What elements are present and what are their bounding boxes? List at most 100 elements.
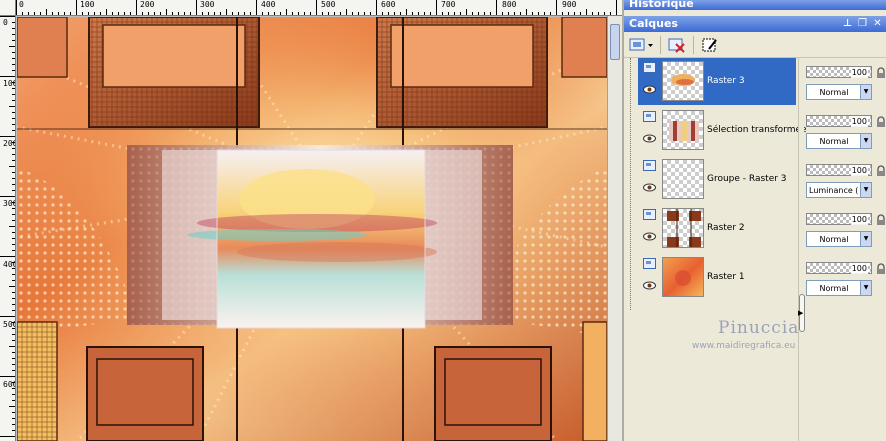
lock-icon[interactable] — [875, 116, 886, 128]
vertical-ruler: 0 100 200 300 400 500 600 — [0, 16, 16, 441]
mask-icon — [702, 38, 717, 51]
eye-icon[interactable] — [643, 232, 656, 241]
layer-row-raster-2[interactable]: Raster 2 — [638, 205, 796, 252]
layer-type-icon — [643, 62, 656, 73]
eye-icon[interactable] — [643, 281, 656, 290]
ruler-label: 100 — [80, 0, 95, 9]
layer-name: Raster 1 — [707, 272, 745, 282]
artwork — [17, 17, 607, 441]
ruler-label: 900 — [562, 0, 577, 9]
delete-layer-button[interactable] — [667, 35, 687, 55]
dropdown-arrow-icon[interactable]: ▼ — [860, 134, 871, 148]
scrollbar-thumb[interactable] — [610, 24, 620, 60]
lock-icon[interactable] — [875, 165, 886, 177]
layer-name: Sélection transformée — [707, 125, 807, 135]
horizontal-ruler-ticks — [16, 0, 617, 15]
eye-icon[interactable] — [643, 183, 656, 192]
opacity-value: 100 — [850, 67, 868, 78]
dropdown-arrow-icon[interactable]: ▼ — [860, 281, 871, 295]
column-divider[interactable]: ▶ — [798, 58, 805, 441]
ruler-label: 400 — [3, 260, 15, 269]
blend-mode-value: Normal — [819, 88, 849, 97]
opacity-slider[interactable]: 100 — [806, 262, 872, 274]
opacity-value: 100 — [850, 165, 868, 176]
opacity-slider[interactable]: 100 — [806, 213, 872, 225]
opacity-slider[interactable]: 100 — [806, 66, 872, 78]
opacity-slider[interactable]: 100 — [806, 115, 872, 127]
ruler-label: 500 — [321, 0, 336, 9]
blend-mode-select[interactable]: Luminance (H)▼ — [806, 182, 872, 198]
layer-props-selection-transformed: 100 Normal ▼ — [805, 107, 886, 156]
layer-props-raster-3: 100 Normal ▼ — [805, 58, 886, 107]
canvas-area: 0 100 200 300 400 500 600 700 800 900 0 … — [0, 0, 622, 441]
layer-thumbnail — [662, 159, 704, 199]
opacity-value: 100 — [850, 116, 868, 127]
pin-icon[interactable]: ⊥ — [842, 18, 853, 29]
blend-mode-value: Luminance (H) — [809, 186, 859, 195]
layer-thumbnail — [662, 257, 704, 297]
blend-mode-select[interactable]: Normal ▼ — [806, 231, 872, 247]
new-layer-icon — [629, 38, 653, 50]
lock-icon[interactable] — [875, 67, 886, 79]
dropdown-arrow-icon[interactable]: ▼ — [860, 183, 871, 197]
dropdown-arrow-icon[interactable]: ▼ — [860, 85, 871, 99]
ruler-label: 0 — [3, 18, 8, 27]
edit-mask-button[interactable] — [700, 35, 720, 55]
layer-type-icon — [643, 111, 656, 122]
layer-type-icon — [643, 160, 656, 171]
lock-icon[interactable] — [875, 214, 886, 226]
layer-thumbnail — [662, 110, 704, 150]
layer-row-raster-1[interactable]: Raster 1 — [638, 254, 796, 301]
toolbar-separator — [660, 35, 661, 54]
blend-mode-select[interactable]: Normal ▼ — [806, 84, 872, 100]
history-palette-titlebar[interactable]: Historique — [624, 0, 886, 10]
watermark-url: www.maidiregrafica.eu — [692, 341, 796, 351]
ruler-label: 400 — [261, 0, 276, 9]
new-layer-button[interactable] — [628, 35, 654, 55]
layers-palette-titlebar[interactable]: Calques ⊥ ❐ ✕ — [624, 16, 886, 32]
layer-tree-line — [630, 58, 631, 310]
ruler-corner — [0, 0, 16, 16]
ruler-label: 700 — [441, 0, 456, 9]
ruler-label: 600 — [3, 380, 15, 389]
ruler-label: 300 — [200, 0, 215, 9]
opacity-slider[interactable]: 100 — [806, 164, 872, 176]
delete-layer-icon — [668, 38, 685, 53]
layers-list: Raster 3 Sélection transformée Groupe - … — [638, 58, 807, 310]
opacity-value: 100 — [850, 263, 868, 274]
blend-mode-value: Normal — [819, 235, 849, 244]
palettes-panel: Historique Calques ⊥ ❐ ✕ Raster 3 Sélect… — [622, 0, 886, 441]
layer-props-raster-2: 100 Normal ▼ — [805, 205, 886, 254]
ruler-label: 0 — [19, 0, 24, 9]
layer-thumbnail — [662, 61, 704, 101]
layer-props-group-raster-3: 100 Luminance (H)▼ — [805, 156, 886, 205]
blend-mode-value: Normal — [819, 137, 849, 146]
layer-thumbnail — [662, 208, 704, 248]
layer-props-raster-1: 100 Normal ▼ — [805, 254, 886, 303]
layer-row-raster-3[interactable]: Raster 3 — [638, 58, 796, 105]
eye-icon[interactable] — [643, 134, 656, 143]
image-canvas[interactable] — [17, 17, 607, 441]
layer-type-icon — [643, 209, 656, 220]
history-palette-title: Historique — [629, 0, 694, 10]
eye-icon[interactable] — [643, 85, 656, 94]
blend-mode-select[interactable]: Normal ▼ — [806, 280, 872, 296]
ruler-label: 800 — [502, 0, 517, 9]
close-icon[interactable]: ✕ — [872, 18, 883, 29]
layer-name: Groupe - Raster 3 — [707, 174, 787, 184]
layer-type-icon — [643, 258, 656, 269]
vertical-scrollbar[interactable] — [607, 16, 622, 441]
blend-mode-select[interactable]: Normal ▼ — [806, 133, 872, 149]
layer-row-selection-transformed[interactable]: Sélection transformée — [638, 107, 807, 154]
layer-name: Raster 2 — [707, 223, 745, 233]
layer-name: Raster 3 — [707, 76, 745, 86]
ruler-label: 200 — [140, 0, 155, 9]
dropdown-arrow-icon[interactable]: ▼ — [860, 232, 871, 246]
expand-arrow-icon[interactable]: ▶ — [798, 309, 803, 317]
ruler-label: 600 — [381, 0, 396, 9]
layer-row-group-raster-3[interactable]: Groupe - Raster 3 — [638, 156, 796, 203]
restore-icon[interactable]: ❐ — [857, 18, 868, 29]
ruler-label: 300 — [3, 199, 15, 208]
lock-icon[interactable] — [875, 263, 886, 275]
watermark-name: Pinuccia — [718, 318, 800, 338]
